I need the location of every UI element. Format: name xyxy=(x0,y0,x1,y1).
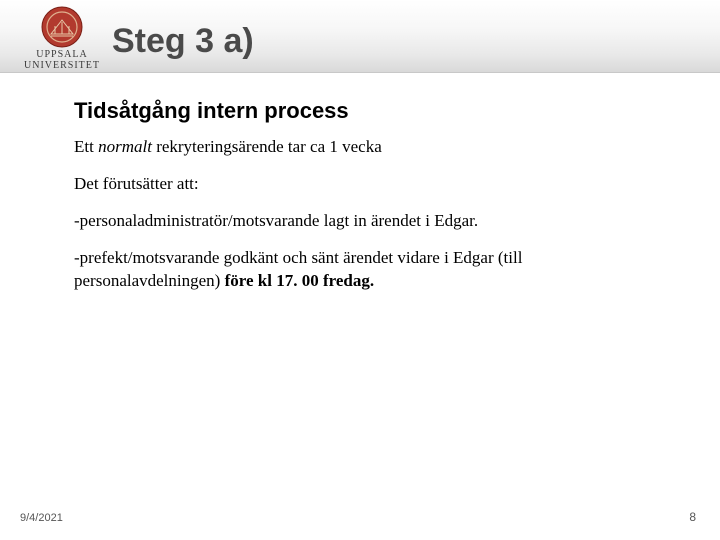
p1-italic: normalt xyxy=(98,137,152,156)
logo-text: UPPSALA UNIVERSITET xyxy=(24,50,100,71)
paragraph-2: Det förutsätter att: xyxy=(74,173,664,196)
slide-title: Steg 3 a) xyxy=(112,22,254,61)
header-band xyxy=(0,0,720,73)
paragraph-1: Ett normalt rekryteringsärende tar ca 1 … xyxy=(74,136,664,159)
logo-text-bottom: UNIVERSITET xyxy=(24,60,100,71)
p1-post: rekryteringsärende tar ca 1 vecka xyxy=(152,137,382,156)
footer-date: 9/4/2021 xyxy=(20,512,63,524)
paragraph-3: -personaladministratör/motsvarande lagt … xyxy=(74,210,664,233)
footer-page-number: 8 xyxy=(689,510,696,524)
paragraph-4: -prefekt/motsvarande godkänt och sänt är… xyxy=(74,247,664,293)
subheading: Tidsåtgång intern process xyxy=(74,98,664,124)
logo-text-top: UPPSALA xyxy=(36,49,87,60)
p4-bold: före kl 17. 00 fredag. xyxy=(225,271,375,290)
p1-pre: Ett xyxy=(74,137,98,156)
content-area: Tidsåtgång intern process Ett normalt re… xyxy=(74,98,664,307)
seal-icon xyxy=(41,6,83,48)
university-logo: UPPSALA UNIVERSITET xyxy=(24,6,100,71)
